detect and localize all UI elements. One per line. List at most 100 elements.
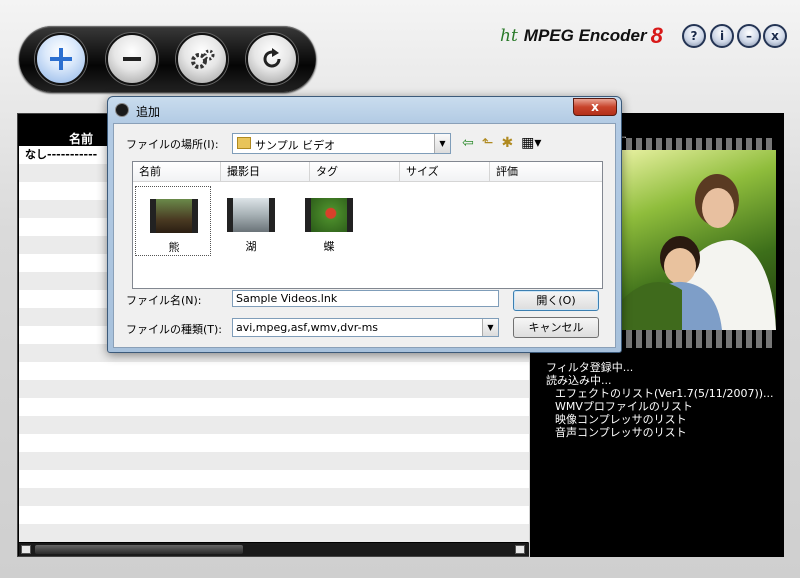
list-item-label [19,184,25,197]
brand-logo: ht [500,26,518,46]
column-headers: 名前 撮影日 タグ サイズ 評価 [133,162,602,182]
list-item-label: なし----------- [25,148,98,161]
dialog-titlebar[interactable]: 追加 x [108,97,621,123]
file-name: 湖 [245,240,257,253]
column-header-name[interactable]: 名前 [133,162,221,182]
scroll-right-icon[interactable] [515,545,525,554]
list-item-label [19,400,25,413]
file-item-butterfly[interactable]: 蝶 [291,186,367,256]
list-item-label [19,364,25,377]
filename-label: ファイル名(N): [126,294,202,307]
dialog-body: ファイルの場所(I): サンプル ビデオ ▼ ⇦ ⬑ ✱ ▦▾ 名前 撮影日 タ… [113,123,616,348]
list-item-label [19,274,25,287]
file-name: 蝶 [323,240,335,253]
list-item-label [19,292,25,305]
list-item[interactable] [19,362,529,380]
view-menu-icon[interactable]: ▦▾ [521,135,541,151]
list-item-label [19,418,25,431]
list-item[interactable] [19,506,529,524]
folder-icon [237,137,251,149]
list-item-label [19,526,25,539]
location-label: ファイルの場所(I): [126,138,219,151]
location-select[interactable]: サンプル ビデオ ▼ [232,133,451,154]
brand-name: MPEG Encoder [523,26,647,45]
cancel-button[interactable]: キャンセル [513,317,599,338]
file-name: 熊 [168,241,180,254]
remove-button[interactable] [106,33,158,85]
list-item-label [19,508,25,521]
main-toolbar [19,26,316,92]
refresh-icon [263,48,281,68]
plus-icon [50,48,72,70]
film-strip-top [622,138,776,150]
list-item[interactable] [19,398,529,416]
log-line: 読み込み中... [546,374,612,387]
dialog-app-icon [115,103,129,117]
list-item-label [19,310,25,323]
list-item-label [19,166,25,179]
video-thumbnail [227,198,275,232]
list-item-label [19,436,25,449]
column-header-name: 名前 [69,132,94,146]
list-item[interactable] [19,452,529,470]
dialog-close-button[interactable]: x [573,98,617,116]
file-item-bear[interactable]: 熊 [135,186,211,256]
add-button[interactable] [35,33,87,85]
film-strip-bottom-2 [622,342,776,348]
list-item-label [19,328,25,341]
back-icon[interactable]: ⇦ [462,135,474,151]
filetype-select[interactable]: avi,mpeg,asf,wmv,dvr-ms ▼ [232,318,499,337]
location-value: サンプル ビデオ [255,139,336,152]
mpeg-encoder-window: ht MPEG Encoder 8 ? i – x 名前 なし---------… [0,0,800,578]
video-thumbnail [150,199,198,233]
list-item-label [19,346,25,359]
close-button[interactable]: x [763,24,787,48]
list-item[interactable] [19,524,529,542]
chevron-down-icon[interactable]: ▼ [434,134,450,153]
list-item-label [19,490,25,503]
log-line: 音声コンプレッサのリスト [555,426,687,439]
list-item[interactable] [19,416,529,434]
column-header-date[interactable]: 撮影日 [221,162,310,182]
log-line: エフェクトのリスト(Ver1.7(5/11/2007))... [555,387,774,400]
column-header-rating[interactable]: 評価 [490,162,602,182]
gears-icon [191,49,215,69]
info-button[interactable]: i [710,24,734,48]
video-preview [622,150,776,330]
open-button[interactable]: 開く(O) [513,290,599,311]
list-item-label [19,256,25,269]
column-header-size[interactable]: サイズ [400,162,490,182]
list-item[interactable] [19,470,529,488]
list-item[interactable] [19,488,529,506]
video-thumbnail [305,198,353,232]
filename-input[interactable]: Sample Videos.lnk [232,290,499,307]
help-button[interactable]: ? [682,24,706,48]
scroll-left-icon[interactable] [21,545,31,554]
log-line: 映像コンプレッサのリスト [555,413,687,426]
chevron-down-icon[interactable]: ▼ [482,319,498,336]
filetype-label: ファイルの種類(T): [126,323,223,336]
list-item-label [19,382,25,395]
film-strip-bottom [622,330,776,342]
column-header-tags[interactable]: タグ [310,162,400,182]
new-folder-icon[interactable]: ✱ [501,135,513,151]
refresh-button[interactable] [246,33,298,85]
scroll-thumb[interactable] [35,545,243,554]
horizontal-scrollbar[interactable] [19,543,529,556]
up-folder-icon[interactable]: ⬑ [482,135,494,151]
settings-button[interactable] [176,33,228,85]
file-item-lake[interactable]: 湖 [213,186,289,256]
nav-toolbar: ⇦ ⬑ ✱ ▦▾ [462,135,541,151]
minus-icon [123,57,141,61]
minimize-button[interactable]: – [737,24,761,48]
brand-version: 8 [650,23,663,48]
list-item-label [19,472,25,485]
list-item-label [19,220,25,233]
add-file-dialog: 追加 x ファイルの場所(I): サンプル ビデオ ▼ ⇦ ⬑ ✱ ▦▾ 名前 … [107,96,622,353]
filetype-value: avi,mpeg,asf,wmv,dvr-ms [236,321,379,334]
file-view[interactable]: 名前 撮影日 タグ サイズ 評価 熊 湖 蝶 [132,161,603,289]
brand: ht MPEG Encoder 8 [500,23,663,48]
status-log: フィルタ登録中... 読み込み中... エフェクトのリスト(Ver1.7(5/1… [546,361,774,439]
list-item[interactable] [19,380,529,398]
list-item[interactable] [19,434,529,452]
